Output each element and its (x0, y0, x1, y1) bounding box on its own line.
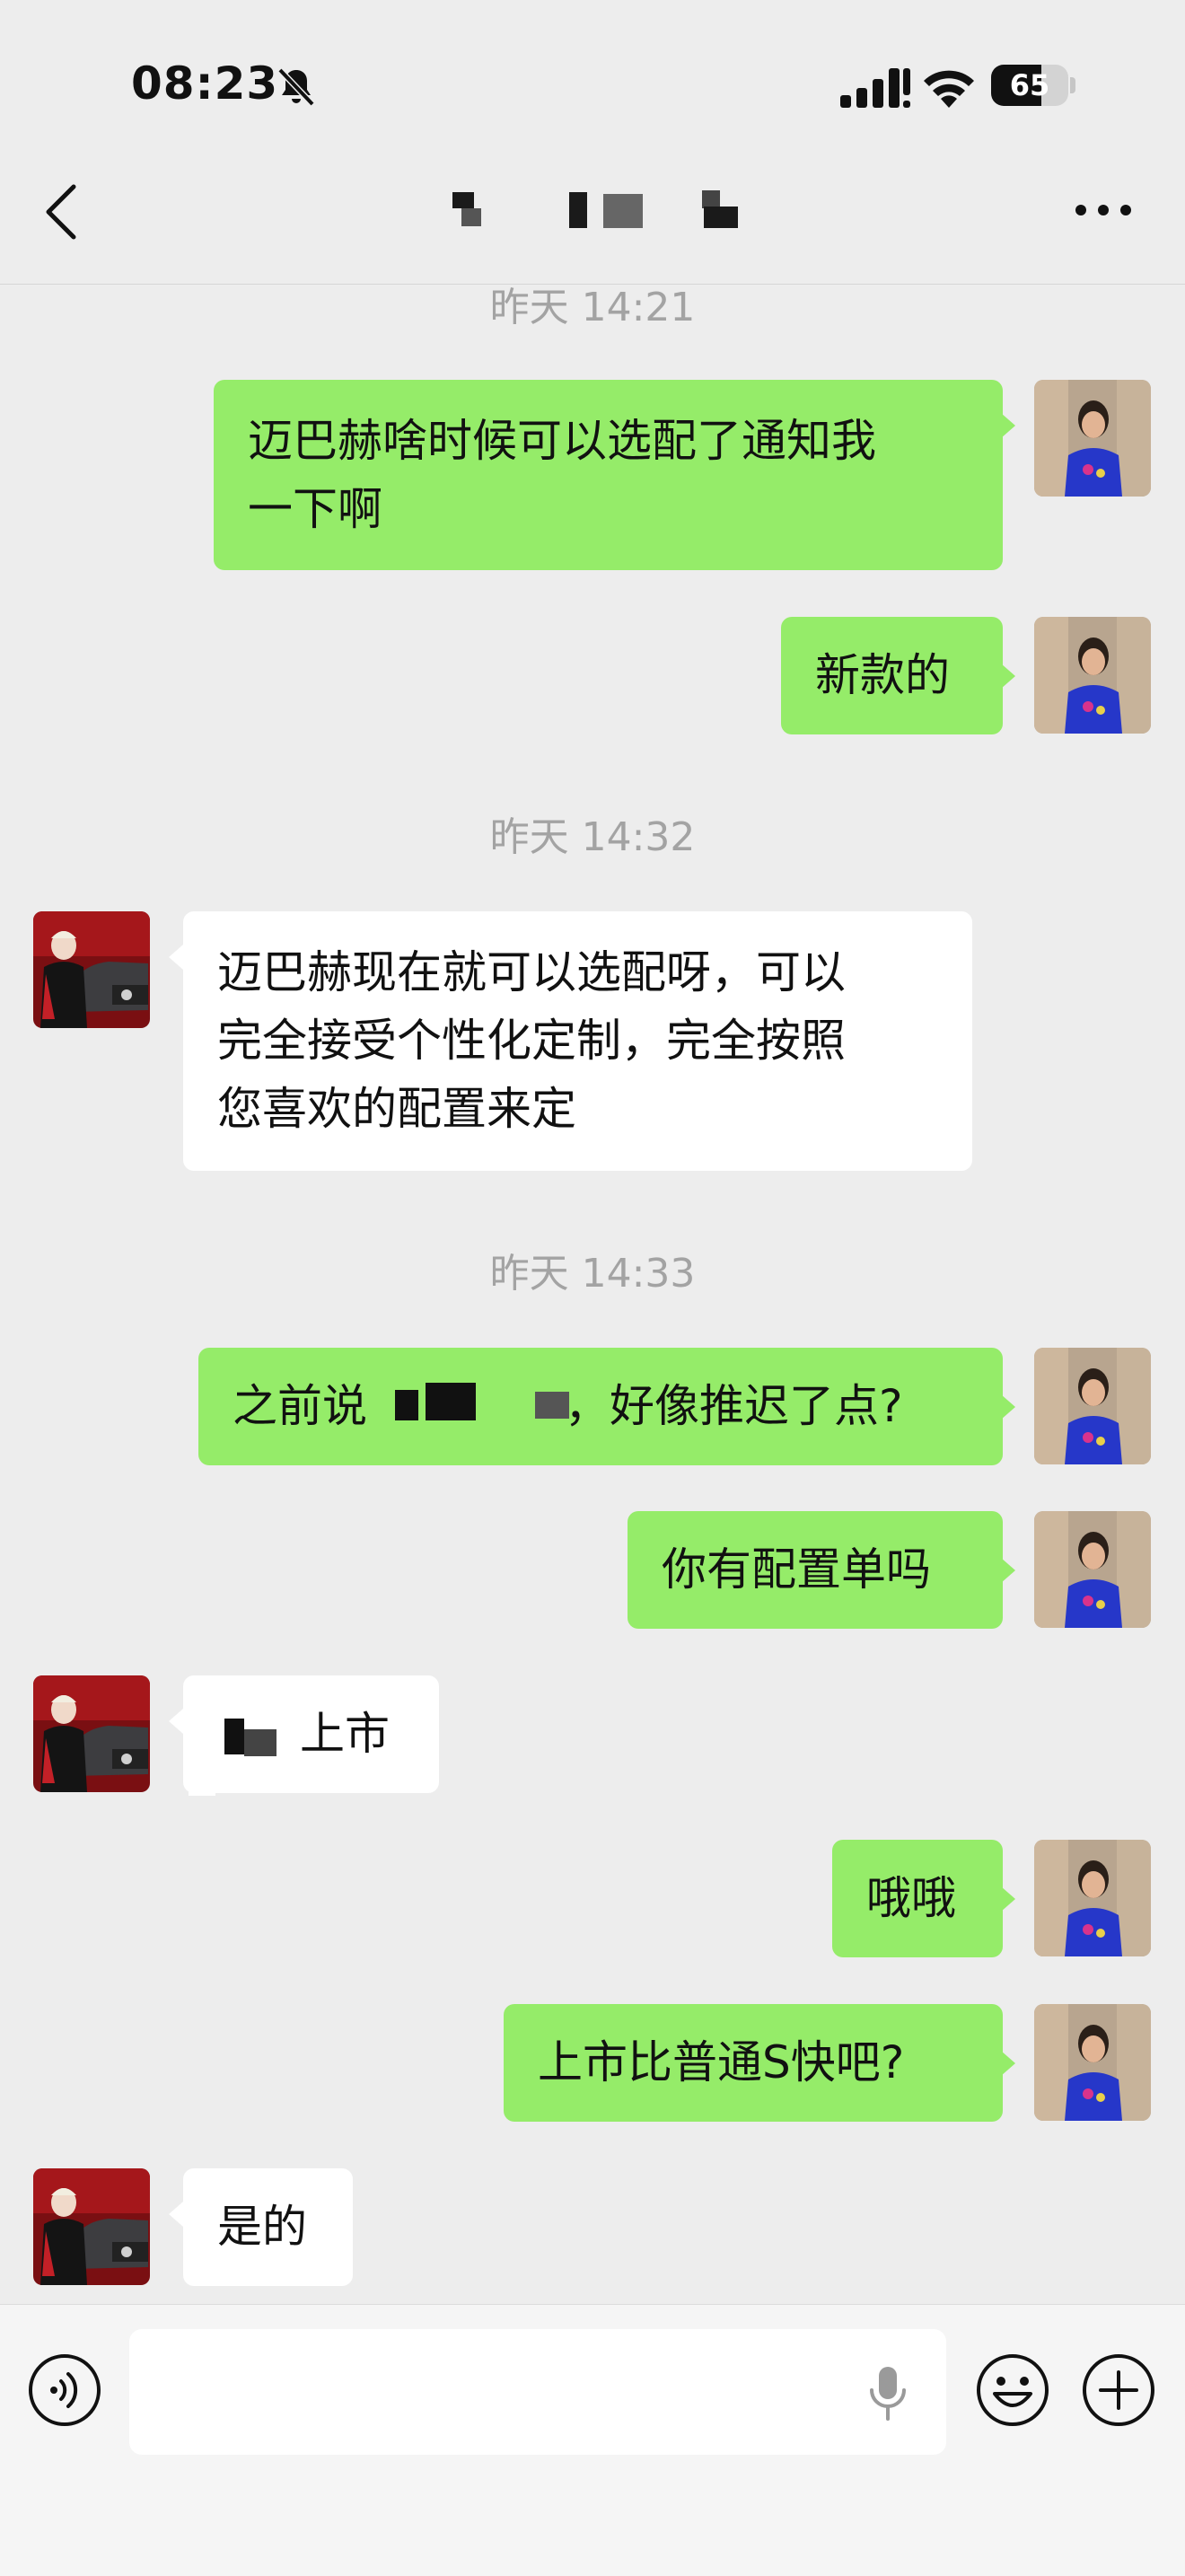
chat-title-redacted (449, 189, 754, 232)
redaction-block (224, 1719, 244, 1754)
message-text: 上市 (300, 1708, 390, 1760)
my-avatar[interactable] (1034, 380, 1151, 497)
message-text: 上市比普通S快吧? (538, 2036, 905, 2088)
message-text-prefix: 之前说 (233, 1380, 367, 1432)
ellipsis-icon[interactable] (1074, 203, 1133, 217)
bubble-tail (1001, 1394, 1015, 1420)
outgoing-message[interactable]: 新款的 (781, 617, 1003, 734)
contact-avatar[interactable] (33, 911, 150, 1028)
wifi-icon (924, 70, 974, 108)
redaction-block (189, 1758, 215, 1796)
message-text: 你有配置单吗 (662, 1543, 931, 1596)
status-time: 08:23 (131, 57, 279, 110)
message-text: 哦哦 (866, 1872, 956, 1924)
bubble-tail (1001, 1886, 1015, 1912)
battery-cap (1070, 77, 1075, 93)
message-text: 新款的 (815, 649, 950, 701)
outgoing-message[interactable]: 之前说 ，好像推迟了点? (198, 1348, 1003, 1465)
incoming-message[interactable]: 迈巴赫现在就可以选配呀，可以 完全接受个性化定制，完全按照 您喜欢的配置来定 (183, 911, 972, 1171)
redaction-block (244, 1729, 276, 1756)
contact-avatar[interactable] (33, 1675, 150, 1792)
my-avatar[interactable] (1034, 1840, 1151, 1956)
voice-icon[interactable] (27, 2352, 102, 2428)
outgoing-message[interactable]: 你有配置单吗 (628, 1511, 1003, 1629)
bubble-tail (1001, 413, 1015, 438)
message-text: 迈巴赫现在就可以选配呀，可以 完全接受个性化定制，完全按照 您喜欢的配置来定 (217, 946, 846, 1135)
bubble-tail (1001, 664, 1015, 689)
message-input[interactable] (129, 2329, 946, 2455)
bubble-tail (1001, 2051, 1015, 2076)
message-text: 迈巴赫啥时候可以选配了通知我 一下啊 (248, 415, 876, 535)
bubble-tail (169, 2202, 183, 2227)
chevron-left-icon[interactable] (40, 180, 83, 244)
redaction-block (426, 1383, 476, 1420)
outgoing-message[interactable]: 迈巴赫啥时候可以选配了通知我 一下啊 (214, 380, 1003, 570)
battery-percentage: 65 (1009, 68, 1050, 102)
message-text-suffix: ，好像推迟了点? (565, 1380, 903, 1432)
my-avatar[interactable] (1034, 1511, 1151, 1628)
bell-muted-icon (277, 67, 315, 107)
incoming-message[interactable]: 上市 (183, 1675, 439, 1793)
timestamp: 昨天 14:32 (489, 814, 696, 860)
my-avatar[interactable] (1034, 617, 1151, 734)
timestamp: 昨天 14:21 (489, 285, 696, 330)
contact-avatar[interactable] (33, 2168, 150, 2285)
outgoing-message[interactable]: 上市比普通S快吧? (504, 2004, 1003, 2122)
bubble-tail (169, 945, 183, 970)
redaction-block (395, 1390, 418, 1420)
plus-icon[interactable] (1081, 2352, 1156, 2428)
my-avatar[interactable] (1034, 2004, 1151, 2121)
bubble-tail (1001, 1558, 1015, 1583)
my-avatar[interactable] (1034, 1348, 1151, 1464)
message-text: 是的 (217, 2201, 307, 2253)
bubble-tail (169, 1709, 183, 1734)
battery-indicator: 65 (991, 65, 1068, 106)
emoji-icon[interactable] (975, 2352, 1050, 2428)
microphone-icon[interactable] (865, 2363, 910, 2426)
outgoing-message[interactable]: 哦哦 (832, 1840, 1003, 1957)
timestamp: 昨天 14:33 (489, 1251, 696, 1297)
incoming-message[interactable]: 是的 (183, 2168, 353, 2286)
cellular-signal-icon (840, 68, 910, 108)
redaction-block (535, 1392, 569, 1419)
